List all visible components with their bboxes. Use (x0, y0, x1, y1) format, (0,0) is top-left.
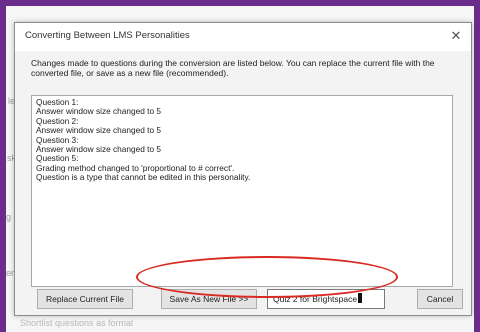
dialog-title: Converting Between LMS Personalities (25, 30, 190, 41)
cancel-button[interactable]: Cancel (417, 289, 463, 309)
filename-value: Quiz 2 for Brightspace (273, 294, 358, 304)
background-bottom-text: Shortlist questions as formal (20, 318, 134, 328)
log-line: Answer window size changed to 5 (36, 125, 161, 136)
text-cursor (358, 293, 363, 303)
new-filename-input[interactable]: Quiz 2 for Brightspace (267, 289, 385, 309)
close-icon[interactable]: ✕ (447, 27, 465, 45)
save-as-new-file-button[interactable]: Save As New File >> (161, 289, 257, 309)
changes-log[interactable]: Question 1: Answer window size changed to… (31, 95, 453, 287)
title-bar: Converting Between LMS Personalities ✕ (15, 23, 471, 51)
background-text-fragment: er (6, 268, 15, 278)
log-line: Answer window size changed to 5 (36, 144, 161, 155)
replace-current-file-button[interactable]: Replace Current File (37, 289, 133, 309)
dialog-description: Changes made to questions during the con… (31, 58, 435, 78)
log-line: Question is a type that cannot be edited… (36, 172, 251, 183)
conversion-dialog: Converting Between LMS Personalities ✕ C… (14, 22, 472, 316)
log-line: Answer window size changed to 5 (36, 106, 161, 117)
